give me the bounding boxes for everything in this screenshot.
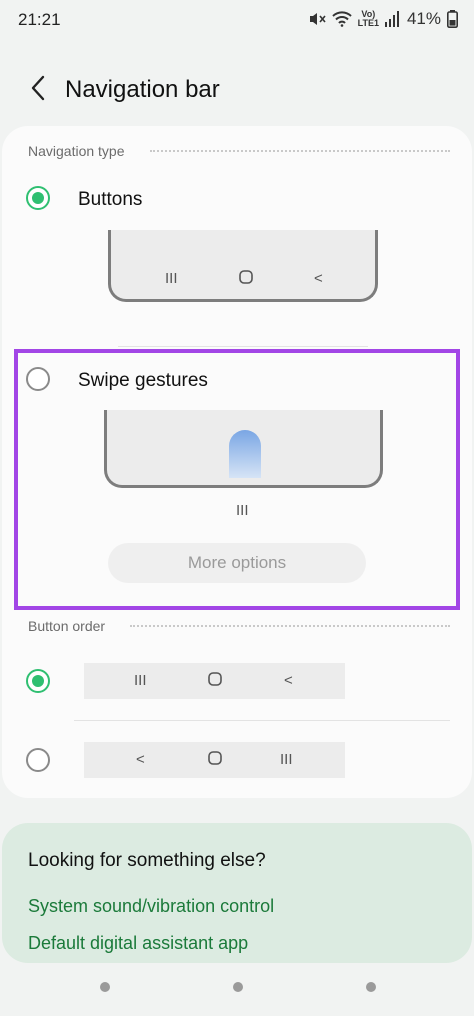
radio-order-1[interactable] [26, 669, 50, 693]
more-options-button[interactable]: More options [108, 543, 366, 583]
nav-hint-dot [100, 982, 110, 992]
suggestions-title: Looking for something else? [28, 850, 266, 871]
back-nav-icon: < [284, 672, 293, 689]
back-nav-icon: < [314, 270, 323, 287]
section-label-button-order: Button order [28, 618, 106, 634]
mute-icon [308, 11, 326, 27]
app-header: Navigation bar [0, 66, 474, 114]
section-divider [150, 150, 450, 152]
option-label-swipe-gestures[interactable]: Swipe gestures [78, 370, 208, 392]
radio-buttons[interactable] [26, 186, 50, 210]
back-button[interactable] [22, 72, 54, 108]
status-icons: Vo) LTE1 41% [308, 9, 458, 29]
button-order-preview-2[interactable]: < III [84, 742, 345, 778]
home-icon [208, 672, 222, 690]
gesture-finger-icon [229, 430, 261, 478]
button-order-preview-1[interactable]: III < [84, 663, 345, 699]
link-default-digital-assistant[interactable]: Default digital assistant app [28, 933, 248, 954]
suggestions-card: Looking for something else? System sound… [2, 823, 472, 963]
option-divider [118, 346, 368, 347]
option-label-buttons[interactable]: Buttons [78, 189, 142, 211]
wifi-icon [331, 11, 352, 27]
gesture-handle-icon: III [236, 502, 249, 519]
battery-icon [447, 10, 458, 28]
order-divider [74, 720, 450, 721]
link-system-sound-vibration[interactable]: System sound/vibration control [28, 896, 274, 917]
recents-icon: III [134, 672, 147, 689]
status-bar: 21:21 Vo) LTE1 41% [0, 0, 474, 40]
volte-icon: Vo) LTE1 [357, 9, 379, 28]
home-icon [208, 751, 222, 769]
section-label-navigation-type: Navigation type [28, 143, 125, 159]
back-nav-icon: < [136, 751, 145, 768]
recents-icon: III [165, 270, 178, 287]
nav-hint-dot [233, 982, 243, 992]
battery-percent: 41% [406, 9, 441, 28]
status-time: 21:21 [18, 10, 61, 29]
section-divider [130, 625, 450, 627]
chevron-left-icon [30, 75, 46, 106]
radio-swipe-gestures[interactable] [26, 367, 50, 391]
radio-order-2[interactable] [26, 748, 50, 772]
home-icon [239, 270, 253, 288]
nav-hint-dot [366, 982, 376, 992]
buttons-preview[interactable]: III < [108, 230, 378, 302]
recents-icon: III [280, 751, 293, 768]
signal-icon [384, 11, 399, 27]
page-title: Navigation bar [65, 76, 220, 103]
network-label: LTE1 [357, 18, 379, 28]
